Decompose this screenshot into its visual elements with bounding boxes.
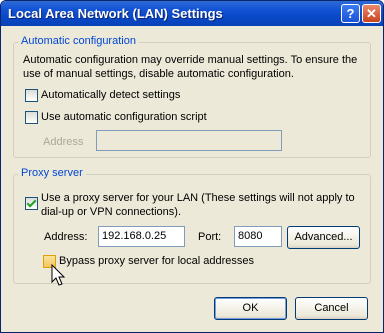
- auto-detect-label[interactable]: Automatically detect settings: [41, 89, 180, 101]
- auto-config-script-checkbox[interactable]: [25, 111, 38, 124]
- use-proxy-checkbox[interactable]: [25, 197, 38, 210]
- proxy-address-label: Address:: [44, 231, 88, 243]
- title-bar[interactable]: Local Area Network (LAN) Settings ? ✕: [1, 1, 383, 26]
- ok-button[interactable]: OK: [214, 297, 287, 320]
- auto-config-address-label: Address: [43, 136, 84, 148]
- bypass-local-label[interactable]: Bypass proxy server for local addresses: [59, 255, 254, 267]
- use-proxy-label-line2[interactable]: dial-up or VPN connections).: [41, 206, 181, 218]
- automatic-configuration-legend: Automatic configuration: [18, 35, 139, 47]
- auto-detect-checkbox[interactable]: [25, 89, 38, 102]
- auto-config-description-line1: Automatic configuration may override man…: [23, 54, 358, 66]
- help-button[interactable]: ?: [341, 4, 360, 23]
- proxy-server-legend: Proxy server: [18, 167, 86, 179]
- lan-settings-dialog: Local Area Network (LAN) Settings ? ✕ Au…: [0, 0, 384, 333]
- cancel-button[interactable]: Cancel: [295, 297, 368, 320]
- auto-config-address-field: [96, 130, 282, 151]
- advanced-button[interactable]: Advanced...: [287, 226, 360, 249]
- proxy-port-label: Port:: [198, 231, 222, 243]
- close-button[interactable]: ✕: [362, 4, 381, 23]
- use-proxy-label-line1[interactable]: Use a proxy server for your LAN (These s…: [41, 192, 355, 204]
- auto-config-description-line2: use of manual settings, disable automati…: [23, 68, 294, 80]
- proxy-port-field[interactable]: 8080: [234, 226, 282, 247]
- mouse-cursor-icon: [51, 264, 66, 286]
- proxy-address-field[interactable]: 192.168.0.25: [98, 226, 185, 247]
- auto-config-script-label[interactable]: Use automatic configuration script: [41, 111, 207, 123]
- window-title: Local Area Network (LAN) Settings: [8, 6, 223, 21]
